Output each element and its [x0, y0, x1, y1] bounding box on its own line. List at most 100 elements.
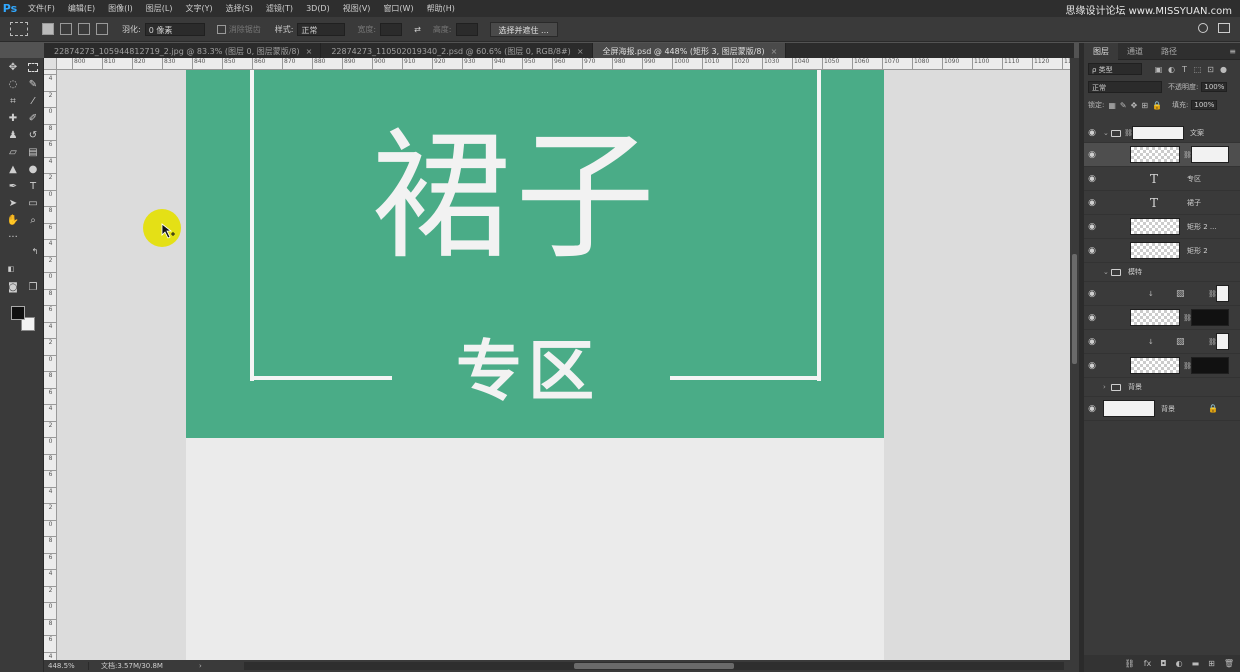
- chevron-down-icon[interactable]: ⌄: [1103, 268, 1109, 276]
- layer-adjustment-1[interactable]: ◉ ↓ ▧ ⛓: [1084, 282, 1240, 306]
- swap-colors-icon[interactable]: ↰: [26, 244, 44, 259]
- clone-stamp-tool-icon[interactable]: ♟: [4, 128, 22, 143]
- more-tools-icon[interactable]: ···: [4, 230, 22, 245]
- visibility-eye-icon[interactable]: ◉: [1087, 198, 1097, 208]
- tab-document-2[interactable]: 22874273_110502019340_2.psd @ 60.6% (图层 …: [321, 43, 593, 58]
- layer-rect2[interactable]: ◉ 矩形 2: [1084, 239, 1240, 263]
- menu-edit[interactable]: 编辑(E): [68, 3, 95, 14]
- marquee-preset-icon[interactable]: [10, 22, 28, 36]
- ruler-origin[interactable]: [44, 58, 57, 70]
- history-brush-tool-icon[interactable]: ↺: [24, 128, 42, 143]
- visibility-eye-icon[interactable]: ◉: [1087, 246, 1097, 256]
- close-icon[interactable]: ×: [306, 47, 313, 56]
- foreground-color-swatch[interactable]: [11, 306, 25, 320]
- horizontal-scrollbar[interactable]: [244, 662, 1064, 670]
- add-selection-icon[interactable]: [60, 23, 72, 35]
- fill-input[interactable]: 100%: [1191, 100, 1218, 110]
- filter-toggle-icon[interactable]: ●: [1217, 65, 1230, 74]
- swap-icon[interactable]: ⇄: [414, 25, 421, 34]
- lasso-tool-icon[interactable]: ◌: [4, 77, 22, 92]
- eraser-tool-icon[interactable]: ▱: [4, 145, 22, 160]
- feather-input[interactable]: 0 像素: [144, 22, 205, 36]
- menu-3d[interactable]: 3D(D): [306, 4, 330, 13]
- marquee-tool-icon[interactable]: [24, 60, 42, 75]
- menu-window[interactable]: 窗口(W): [383, 3, 413, 14]
- visibility-eye-icon[interactable]: ◉: [1087, 150, 1097, 160]
- path-selection-tool-icon[interactable]: ➤: [4, 196, 22, 211]
- layer-thumbnail[interactable]: [1130, 357, 1180, 374]
- visibility-eye-icon[interactable]: ◉: [1087, 128, 1097, 138]
- status-menu-icon[interactable]: ›: [199, 662, 202, 670]
- antialias-checkbox[interactable]: [216, 24, 226, 34]
- pen-tool-icon[interactable]: ✒: [4, 179, 22, 194]
- tab-layers[interactable]: 图层: [1084, 42, 1118, 60]
- move-tool-icon[interactable]: ✥: [4, 60, 22, 75]
- vertical-scroll-thumb[interactable]: [1072, 254, 1077, 364]
- menu-view[interactable]: 视图(V): [343, 3, 371, 14]
- menu-filter[interactable]: 滤镜(T): [266, 3, 293, 14]
- layer-group-model[interactable]: ⌄ 模特: [1084, 263, 1240, 282]
- close-icon[interactable]: ×: [577, 47, 584, 56]
- intersect-selection-icon[interactable]: [96, 23, 108, 35]
- menu-help[interactable]: 帮助(H): [427, 3, 455, 14]
- adjustment-mask-thumbnail[interactable]: [1216, 333, 1229, 350]
- tab-document-1[interactable]: 22874273_105944812719_2.jpg @ 83.3% (图层 …: [44, 43, 322, 58]
- new-layer-icon[interactable]: ⊞: [1208, 659, 1215, 668]
- layer-thumbnail[interactable]: [1130, 309, 1180, 326]
- layer-filter-select[interactable]: ρ 类型: [1088, 63, 1142, 75]
- layer-mask-thumbnail[interactable]: [1191, 309, 1229, 326]
- gradient-tool-icon[interactable]: ▤: [24, 145, 42, 160]
- shape-thumbnail[interactable]: [1130, 242, 1180, 259]
- visibility-eye-icon[interactable]: ◉: [1087, 313, 1097, 323]
- menu-type[interactable]: 文字(Y): [185, 3, 212, 14]
- blur-tool-icon[interactable]: ▲: [4, 162, 22, 177]
- layer-text-skirt[interactable]: ◉ T 裙子: [1084, 191, 1240, 215]
- visibility-eye-icon[interactable]: ◉: [1087, 222, 1097, 232]
- layer-group-text[interactable]: ◉ ⌄ ⛓ 文案: [1084, 124, 1240, 143]
- brush-tool-icon[interactable]: ✐: [24, 111, 42, 126]
- lock-icons[interactable]: ▦✎✥⊞🔒: [1108, 101, 1166, 110]
- width-input[interactable]: [380, 22, 403, 36]
- layer-thumbnail[interactable]: [1103, 400, 1155, 417]
- layer-mask-thumbnail[interactable]: [1191, 357, 1229, 374]
- new-selection-icon[interactable]: [42, 23, 54, 35]
- document-canvas[interactable]: 裙子 专区: [57, 70, 1070, 660]
- layer-adjustment-2[interactable]: ◉ ↓ ▧ ⛓: [1084, 330, 1240, 354]
- chevron-down-icon[interactable]: ⌄: [1103, 129, 1109, 137]
- lock-icon[interactable]: 🔒: [1208, 404, 1218, 413]
- adjustment-mask-thumbnail[interactable]: [1216, 285, 1229, 302]
- document-size[interactable]: 文档:3.57M/30.8M: [89, 661, 199, 671]
- horizontal-scroll-thumb[interactable]: [574, 663, 734, 669]
- visibility-eye-icon[interactable]: ◉: [1087, 337, 1097, 347]
- layer-mask-thumbnail[interactable]: [1191, 146, 1229, 163]
- tab-paths[interactable]: 路径: [1152, 43, 1186, 60]
- search-icon[interactable]: [1198, 23, 1208, 33]
- layer-group-background[interactable]: › 背景: [1084, 378, 1240, 397]
- adjustment-layer-icon[interactable]: ◐: [1176, 659, 1183, 668]
- visibility-eye-icon[interactable]: ◉: [1087, 289, 1097, 299]
- layer-background[interactable]: ◉ 背景 🔒: [1084, 397, 1240, 421]
- menu-file[interactable]: 文件(F): [28, 3, 55, 14]
- blend-mode-select[interactable]: 正常: [1088, 81, 1162, 93]
- vertical-scrollbar[interactable]: [1070, 58, 1079, 660]
- subtract-selection-icon[interactable]: [78, 23, 90, 35]
- visibility-eye-icon[interactable]: ◉: [1087, 174, 1097, 184]
- layer-thumbnail[interactable]: [1130, 146, 1180, 163]
- height-input[interactable]: [455, 22, 478, 36]
- delete-layer-icon[interactable]: 🗑: [1224, 659, 1234, 668]
- add-mask-icon[interactable]: ◘: [1160, 659, 1166, 668]
- layer-text-zone[interactable]: ◉ T 专区: [1084, 167, 1240, 191]
- opacity-input[interactable]: 100%: [1201, 82, 1228, 92]
- layer-rect3-selected[interactable]: ◉ ⛓: [1084, 143, 1240, 167]
- chevron-right-icon[interactable]: ›: [1103, 383, 1106, 391]
- visibility-eye-icon[interactable]: ◉: [1087, 361, 1097, 371]
- horizontal-ruler[interactable]: 800 810 820 830 840 850 860 870 880 890 900 910 920 9…: [57, 58, 1070, 70]
- zoom-tool-icon[interactable]: ⌕: [24, 213, 42, 228]
- smart-object-filter-icon[interactable]: ⊡: [1204, 65, 1217, 74]
- menu-layer[interactable]: 图层(L): [146, 3, 173, 14]
- layer-model-2[interactable]: ◉ ⛓: [1084, 354, 1240, 378]
- eyedropper-tool-icon[interactable]: ⁄: [24, 94, 42, 109]
- default-colors-icon[interactable]: ◧: [2, 261, 20, 276]
- screen-mode-icon[interactable]: ❐: [24, 280, 42, 295]
- style-select[interactable]: 正常: [297, 22, 346, 36]
